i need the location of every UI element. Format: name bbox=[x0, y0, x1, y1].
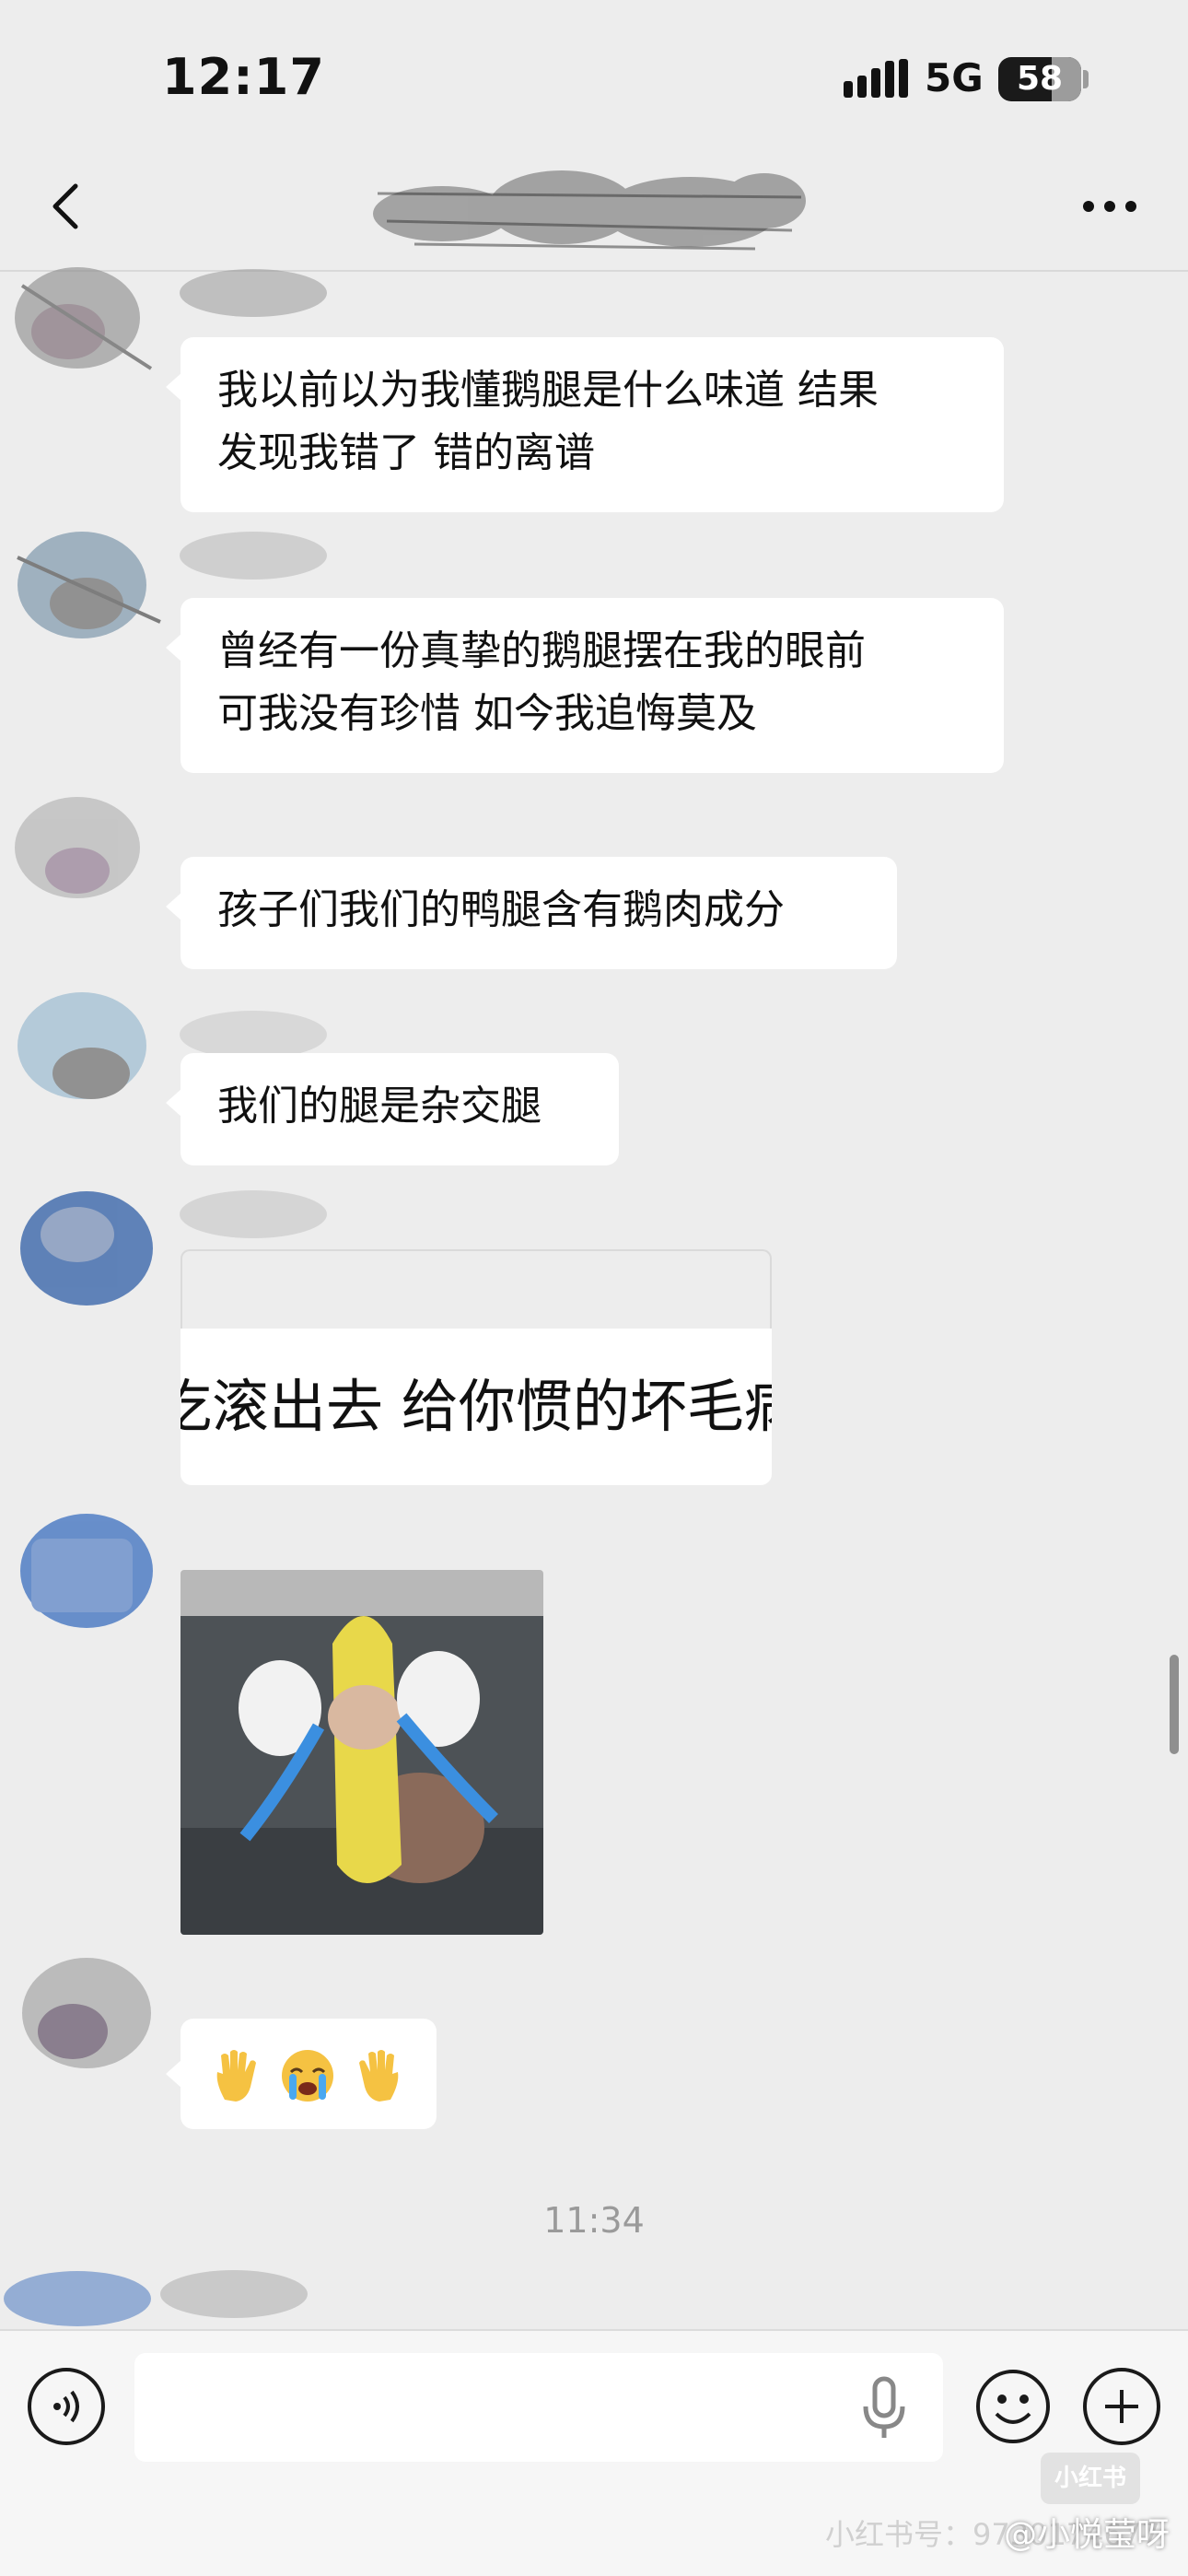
redacted-chat-title bbox=[373, 170, 806, 251]
network-type: 5G bbox=[925, 55, 984, 100]
battery-icon: 58 bbox=[998, 57, 1081, 101]
avatar[interactable] bbox=[13, 258, 169, 396]
battery-tip bbox=[1083, 70, 1089, 88]
image-text: 吃滚出去 给你惯的坏毛病 bbox=[181, 1373, 772, 1440]
voice-button[interactable] bbox=[28, 2368, 105, 2445]
xiaohongshu-watermark-logo: 小红书 bbox=[1041, 2453, 1140, 2504]
message-bubble[interactable]: 曾经有一份真挚的鹅腿摆在我的眼前 可我没有珍惜 如今我追悔莫及 bbox=[166, 598, 1004, 773]
image-message[interactable]: 吃滚出去 给你惯的坏毛病 bbox=[181, 1329, 772, 1485]
message-bubble[interactable]: 我们的腿是杂交腿 bbox=[166, 1053, 619, 1165]
avatar[interactable] bbox=[13, 981, 169, 1119]
smiley-icon[interactable] bbox=[974, 2368, 1052, 2445]
avatar[interactable] bbox=[13, 1939, 169, 2078]
message-text: 我以前以为我懂鹅腿是什么味道 结果 bbox=[217, 367, 879, 414]
message-input[interactable] bbox=[134, 2353, 943, 2462]
watermark-weibo: @小悦莹呀 bbox=[1004, 2516, 1171, 2554]
message-bubble[interactable]: 孩子们我们的鸭腿含有鹅肉成分 bbox=[166, 857, 897, 969]
redacted-sender-name bbox=[180, 1190, 327, 1238]
message-text: 我们的腿是杂交腿 bbox=[217, 1083, 542, 1130]
scroll-indicator[interactable] bbox=[1170, 1655, 1179, 1754]
status-bar: 12:17 5G 58 bbox=[0, 0, 1188, 147]
loudly-crying-emoji bbox=[282, 2050, 333, 2102]
time-separator: 11:34 bbox=[543, 2200, 645, 2241]
avatar[interactable] bbox=[13, 521, 169, 659]
avatar[interactable] bbox=[13, 1179, 169, 1317]
chat-header bbox=[0, 147, 1188, 272]
message-text: 可我没有珍惜 如今我追悔莫及 bbox=[217, 690, 757, 737]
message-text: 发现我错了 错的离谱 bbox=[217, 429, 595, 476]
redacted-sender-name bbox=[180, 269, 327, 317]
ellipsis-icon[interactable] bbox=[1077, 181, 1142, 232]
chevron-left-icon[interactable] bbox=[41, 179, 96, 234]
status-time: 12:17 bbox=[162, 48, 325, 106]
avatar[interactable] bbox=[13, 1502, 169, 1640]
battery-level: 58 bbox=[1016, 60, 1064, 98]
raised-hand-emoji bbox=[359, 2050, 399, 2102]
raised-hand-emoji bbox=[216, 2050, 256, 2102]
message-bubble[interactable] bbox=[166, 2019, 437, 2129]
voice-icon bbox=[53, 2390, 79, 2423]
message-text: 孩子们我们的鸭腿含有鹅肉成分 bbox=[217, 886, 785, 933]
signal-strength-icon bbox=[844, 59, 908, 98]
message-text: 曾经有一份真挚的鹅腿摆在我的眼前 bbox=[217, 627, 866, 674]
redacted-avatar bbox=[4, 2270, 308, 2326]
message-bubble[interactable]: 我以前以为我懂鹅腿是什么味道 结果 发现我错了 错的离谱 bbox=[166, 337, 1004, 512]
plus-icon bbox=[1105, 2390, 1138, 2423]
avatar[interactable] bbox=[13, 783, 169, 921]
redacted-sender-name bbox=[180, 532, 327, 580]
crying-banana-cat-sticker[interactable] bbox=[181, 1570, 543, 1935]
add-button[interactable] bbox=[1083, 2368, 1160, 2445]
microphone-icon[interactable] bbox=[856, 2375, 912, 2441]
quoted-image-header bbox=[181, 1249, 772, 1341]
